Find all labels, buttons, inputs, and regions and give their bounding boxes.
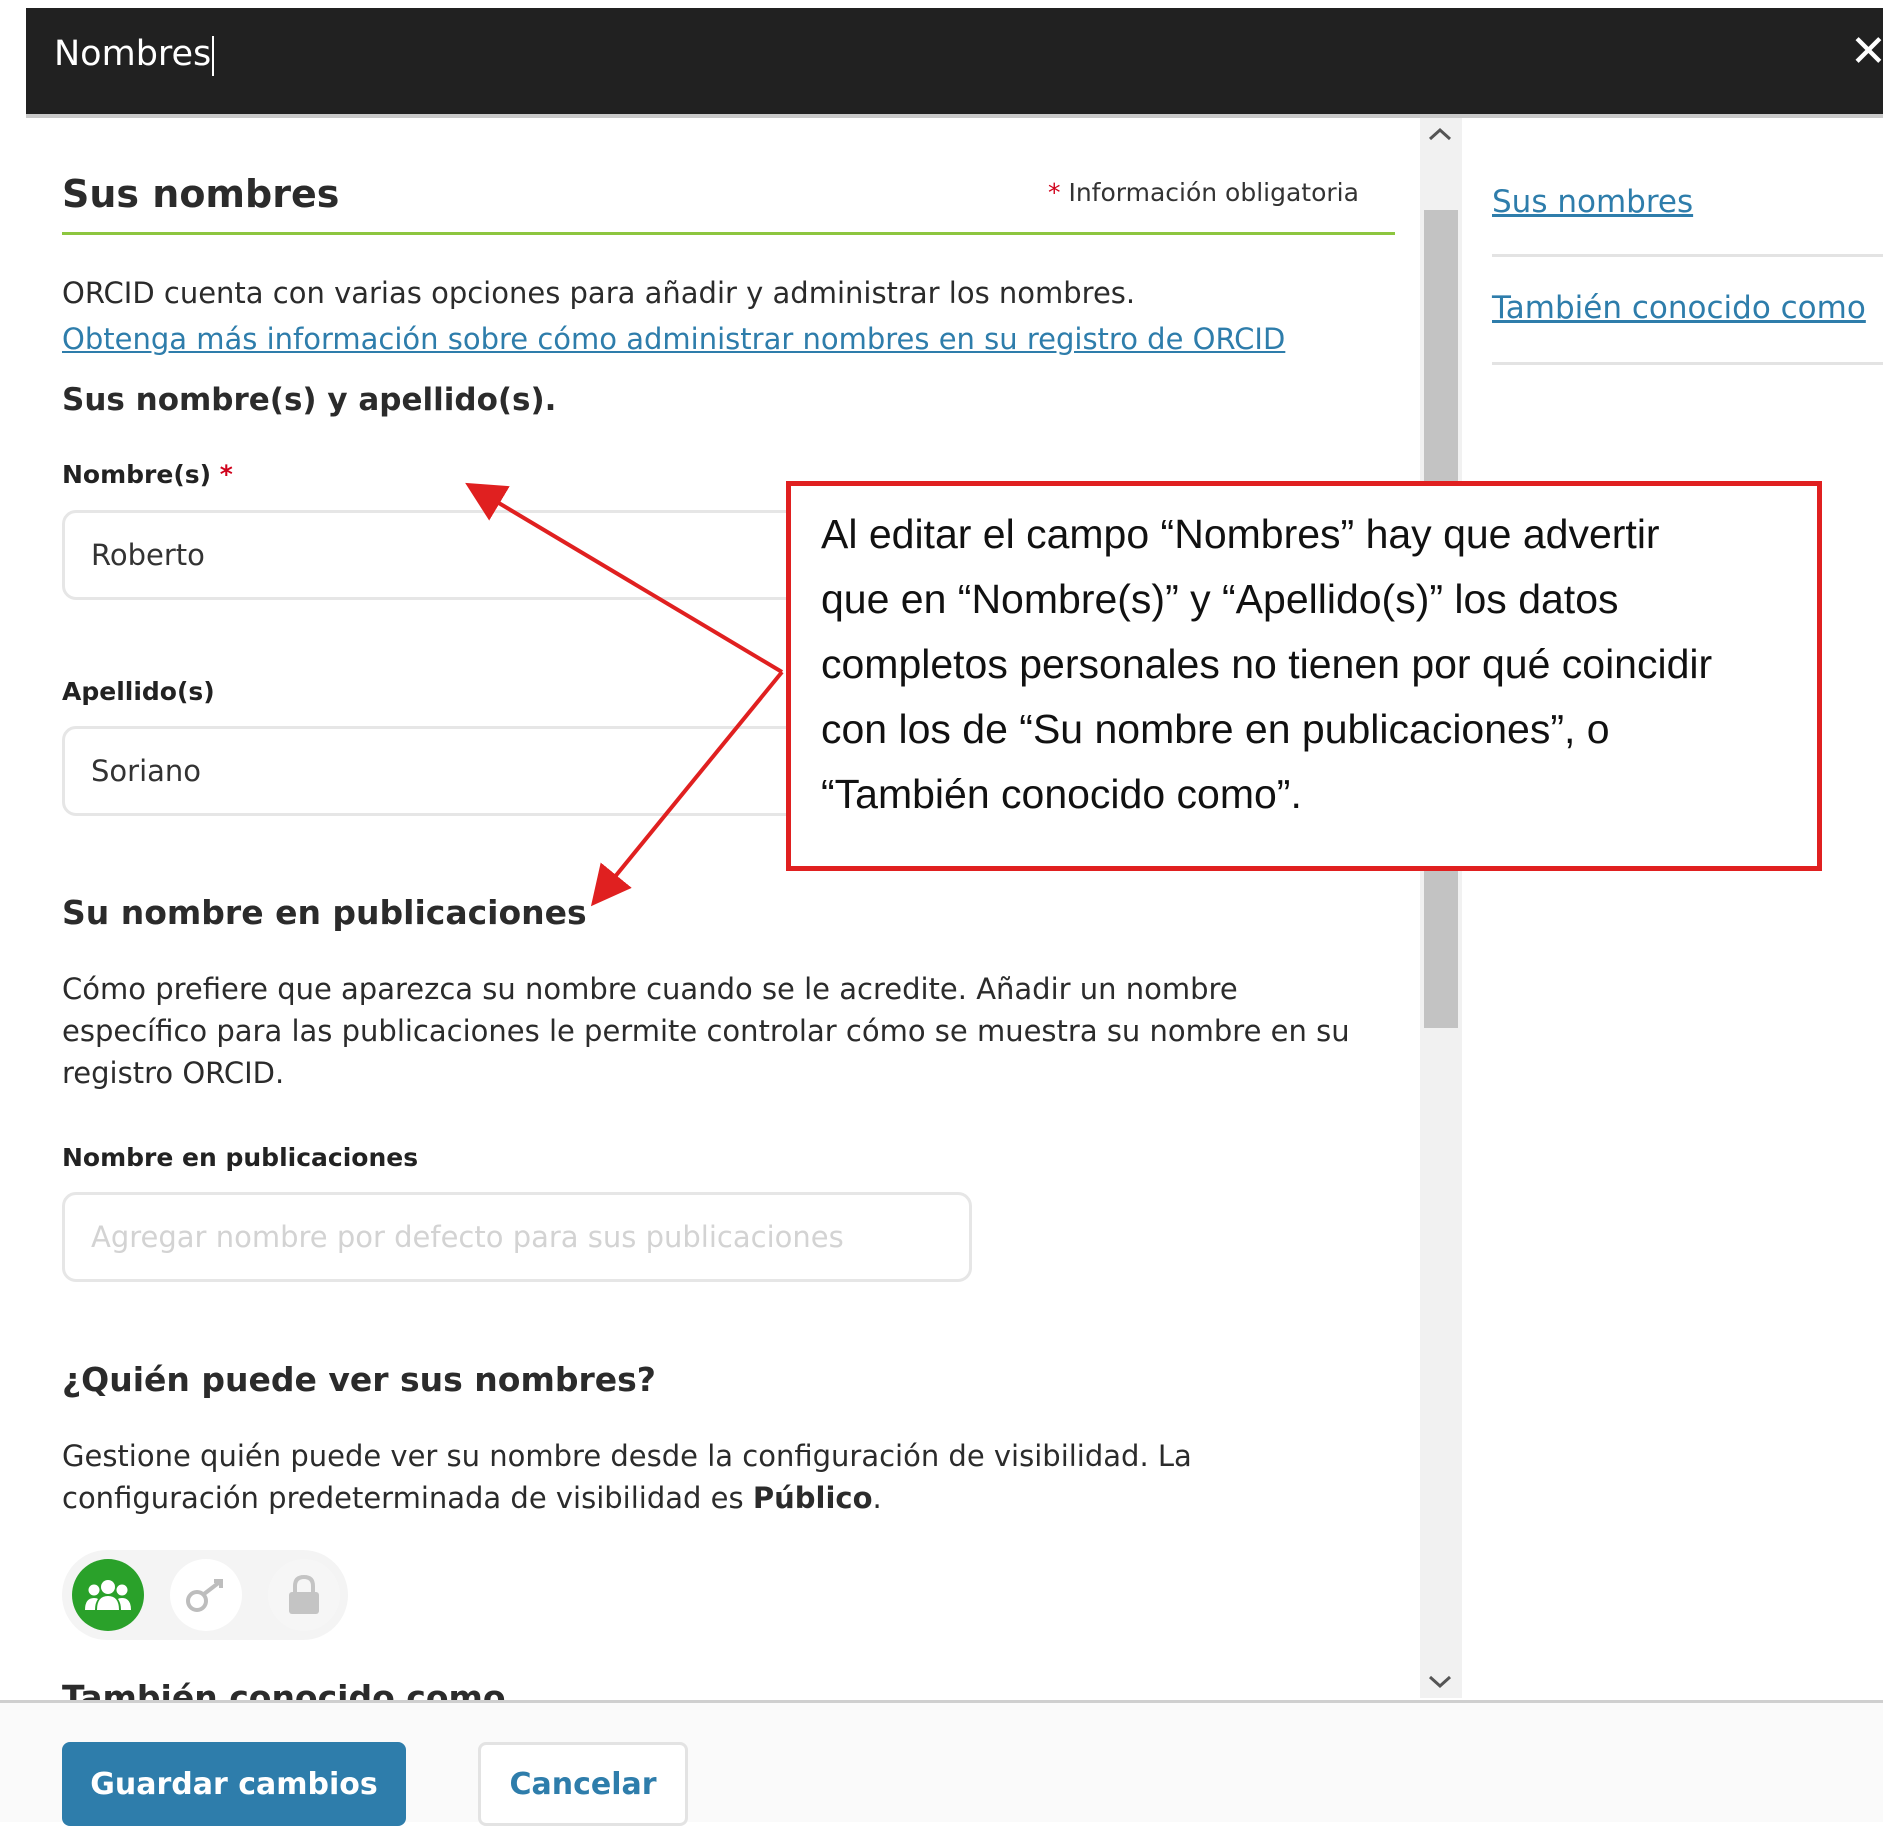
callout-line: que en “Nombre(s)” y “Apellido(s)” los d… [821,576,1619,622]
text-cursor [212,36,214,76]
visibility-text: Gestione quién puede ver su nombre desde… [62,1439,1192,1515]
scroll-down-icon[interactable] [1426,1668,1454,1696]
published-name-input[interactable]: Agregar nombre por defecto para sus publ… [62,1192,972,1282]
given-name-required-star: * [219,460,233,489]
family-name-label: Apellido(s) [62,677,215,706]
required-note-text: Información obligatoria [1068,178,1359,207]
side-nav-divider [1492,254,1883,257]
visibility-private-button[interactable] [268,1559,340,1631]
visibility-text-end: . [872,1481,882,1515]
callout-line: Al editar el campo “Nombres” hay que adv… [821,511,1660,557]
family-name-value: Soriano [91,754,202,788]
visibility-public-button[interactable] [72,1559,144,1631]
visibility-default: Público [752,1481,873,1515]
published-name-heading: Su nombre en publicaciones [62,893,587,932]
callout-line: “También conocido como”. [821,771,1302,817]
side-nav-tambien-conocido[interactable]: También conocido como [1492,290,1866,326]
published-name-label: Nombre en publicaciones [62,1143,419,1172]
scroll-up-icon[interactable] [1426,120,1454,148]
intro-text: ORCID cuenta con varias opciones para añ… [62,276,1136,310]
callout-line: completos personales no tienen por qué c… [821,641,1713,687]
cancel-button[interactable]: Cancelar [478,1742,688,1826]
also-known-as-heading: También conocido como [62,1678,506,1700]
header-divider [26,114,1883,118]
given-name-value: Roberto [91,538,205,572]
visibility-trusted-button[interactable] [170,1559,242,1631]
close-icon[interactable]: ✕ [1850,30,1883,74]
trusted-parties-icon [186,1579,223,1612]
public-icon [85,1580,131,1610]
dialog-header [26,8,1883,114]
private-lock-icon [289,1574,319,1614]
visibility-heading: ¿Quién puede ver sus nombres? [62,1360,656,1399]
section-heading: Sus nombres [62,172,340,216]
published-name-description: Cómo prefiere que aparezca su nombre cua… [62,972,1350,1090]
names-subheading: Sus nombre(s) y apellido(s). [62,382,557,418]
visibility-description: Gestione quién puede ver su nombre desde… [62,1435,1322,1519]
required-note: * Información obligatoria [1048,178,1359,207]
side-nav-sus-nombres[interactable]: Sus nombres [1492,184,1693,220]
dialog-title: Nombres [54,34,212,74]
section-underline [62,232,1395,235]
save-changes-button[interactable]: Guardar cambios [62,1742,406,1826]
published-name-placeholder: Agregar nombre por defecto para sus publ… [91,1220,844,1254]
given-name-label: Nombre(s) * [62,460,233,489]
given-name-label-text: Nombre(s) [62,460,212,489]
names-help-link[interactable]: Obtenga más información sobre cómo admin… [62,322,1285,356]
callout-line: con los de “Su nombre en publicaciones”,… [821,706,1610,752]
annotation-callout: Al editar el campo “Nombres” hay que adv… [786,481,1822,871]
required-star: * [1048,178,1061,207]
side-nav-divider [1492,362,1883,365]
